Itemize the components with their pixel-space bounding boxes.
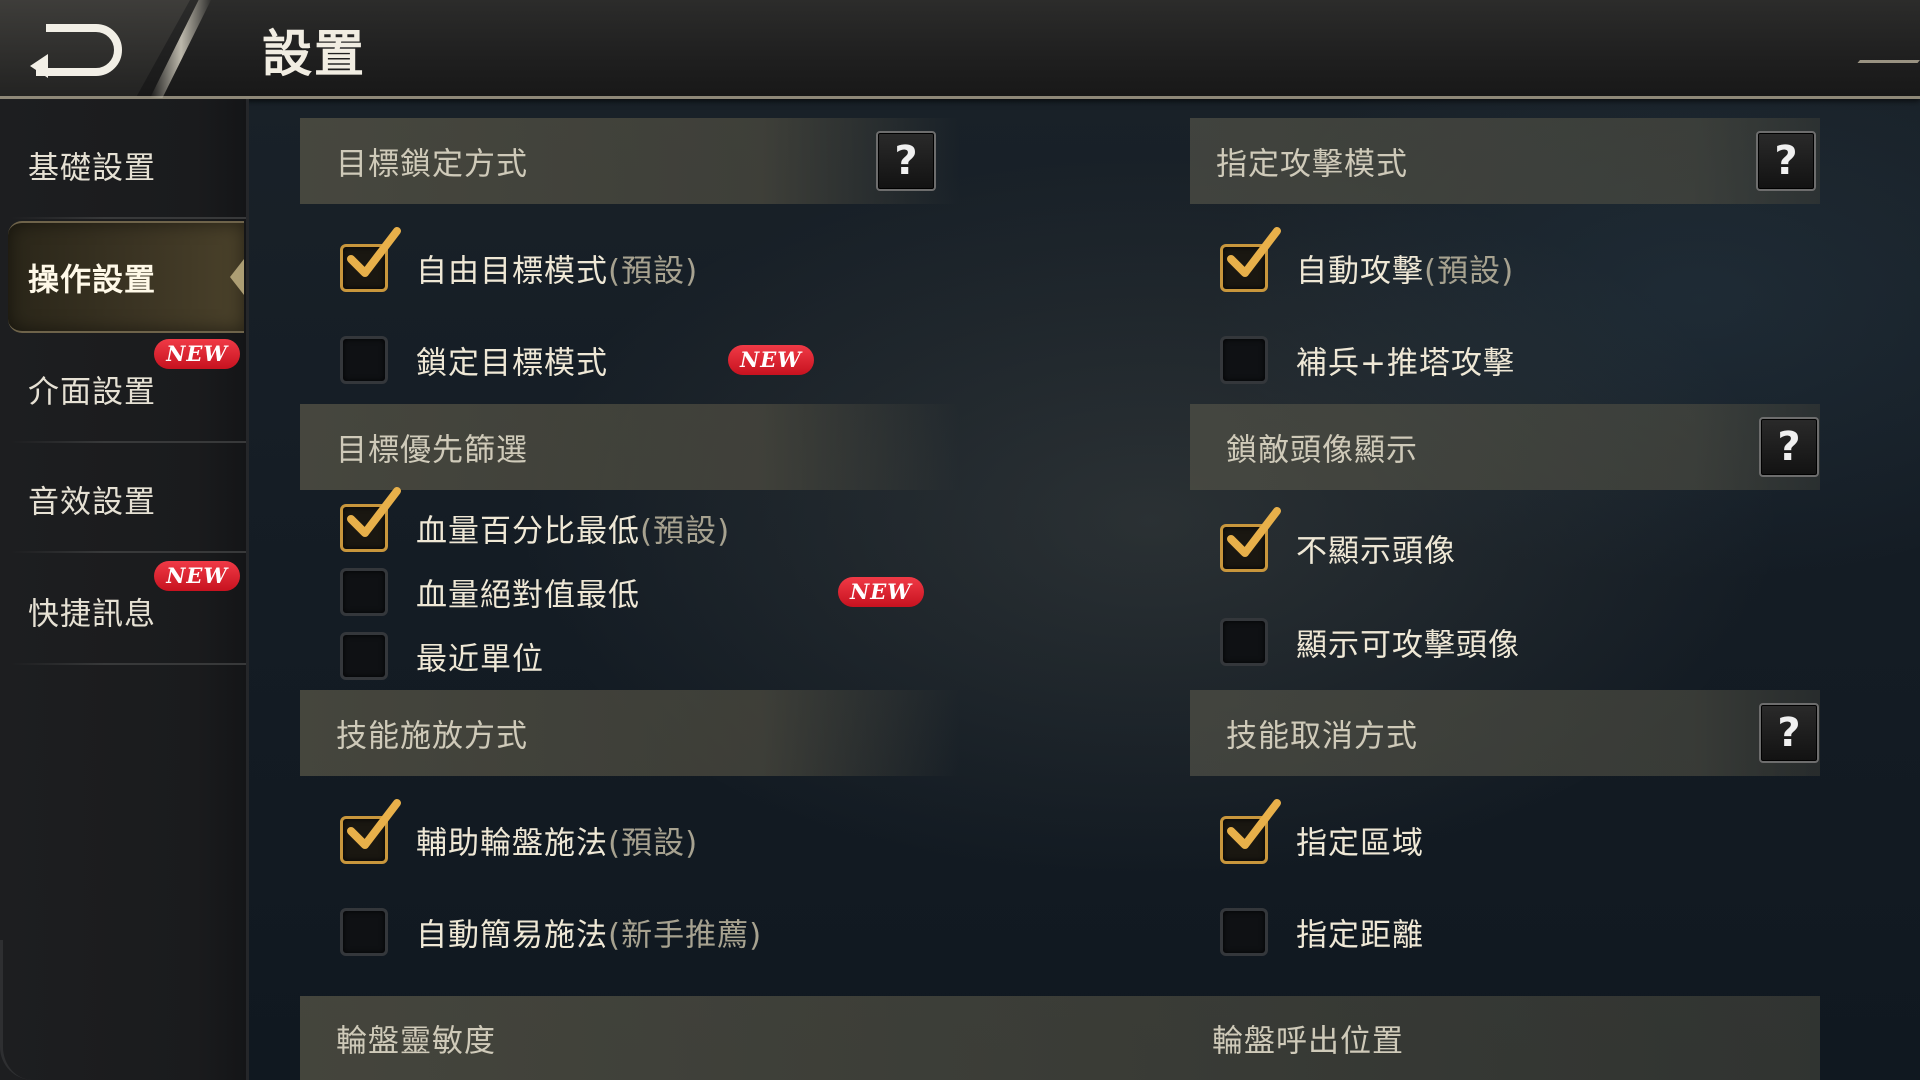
checkmark-icon: [1227, 799, 1281, 849]
new-badge: NEW: [154, 339, 240, 369]
checkbox-checked[interactable]: [340, 487, 401, 552]
sidebar-item-audio[interactable]: 音效設置: [0, 445, 246, 553]
divider: [10, 441, 246, 443]
option-label: 顯示可攻擊頭像: [1296, 627, 1520, 664]
checkbox-unchecked[interactable]: [1220, 908, 1268, 956]
option-lock-target[interactable]: 鎖定目標模式 NEW: [340, 332, 860, 388]
checkmark-icon: [1227, 507, 1281, 557]
option-hide-avatar[interactable]: 不顯示頭像: [1220, 507, 1740, 576]
option-label: 自動簡易施法(新手推薦): [416, 917, 763, 954]
checkmark-icon: [1227, 227, 1281, 277]
section-title: 技能取消方式: [1226, 718, 1418, 755]
sidebar-item-basic[interactable]: 基礎設置: [0, 111, 246, 219]
option-label: 指定距離: [1296, 917, 1424, 954]
option-free-target[interactable]: 自由目標模式(預設): [340, 227, 860, 296]
option-cancel-area[interactable]: 指定區域: [1220, 799, 1740, 868]
option-lowest-hp-percent[interactable]: 血量百分比最低(預設): [340, 487, 960, 556]
option-nearest-unit[interactable]: 最近單位: [340, 628, 860, 684]
divider: [10, 217, 246, 219]
option-label: 鎖定目標模式: [416, 345, 608, 382]
checkbox-checked[interactable]: [340, 227, 401, 292]
sidebar-item-label: 介面設置: [28, 374, 156, 411]
section-header-skill-cancel: 技能取消方式: [1190, 690, 1820, 776]
option-label: 最近單位: [416, 641, 544, 678]
option-cancel-distance[interactable]: 指定距離: [1220, 904, 1740, 960]
checkbox-checked[interactable]: [1220, 227, 1281, 292]
option-label: 自動攻擊(預設): [1296, 253, 1515, 290]
sidebar-item-label: 基礎設置: [28, 150, 156, 187]
option-label: 血量百分比最低(預設): [416, 513, 731, 550]
option-assisted-wheel-cast[interactable]: 輔助輪盤施法(預設): [340, 799, 960, 868]
checkmark-icon: [347, 227, 401, 277]
option-label: 不顯示頭像: [1296, 533, 1456, 570]
option-label: 輔助輪盤施法(預設): [416, 825, 699, 862]
section-title: 技能施放方式: [336, 718, 528, 755]
checkbox-checked[interactable]: [1220, 799, 1281, 864]
section-header-attack-mode: 指定攻擊模式: [1190, 118, 1820, 204]
sidebar-decoration: [0, 940, 33, 1080]
checkbox-unchecked[interactable]: [1220, 618, 1268, 666]
checkbox-checked[interactable]: [340, 799, 401, 864]
option-minion-tower-attack[interactable]: 補兵+推塔攻擊: [1220, 332, 1740, 388]
checkbox-unchecked[interactable]: [340, 632, 388, 680]
option-show-attackable-avatar[interactable]: 顯示可攻擊頭像: [1220, 614, 1740, 670]
back-arrow-icon: [30, 24, 122, 78]
sidebar-item-quick-messages[interactable]: 快捷訊息 NEW: [0, 557, 246, 665]
header-corner-decoration: [1827, 60, 1920, 99]
option-auto-attack[interactable]: 自動攻擊(預設): [1220, 227, 1740, 296]
section-title: 鎖敵頭像顯示: [1226, 432, 1418, 469]
checkbox-checked[interactable]: [1220, 507, 1281, 572]
option-label: 自由目標模式(預設): [416, 253, 699, 290]
section-title: 目標優先篩選: [336, 432, 528, 469]
help-button-target-lock[interactable]: ?: [876, 131, 936, 191]
section-header-lock-avatar: 鎖敵頭像顯示: [1190, 404, 1820, 490]
page-title: 設置: [262, 25, 366, 83]
new-badge: NEW: [728, 345, 814, 375]
section-header-target-priority: 目標優先篩選: [300, 404, 960, 490]
divider: [10, 663, 246, 665]
sidebar-item-label: 快捷訊息: [28, 596, 156, 633]
header-bar: 設置: [0, 0, 1920, 99]
checkbox-unchecked[interactable]: [1220, 336, 1268, 384]
sidebar-item-controls[interactable]: 操作設置: [8, 221, 244, 333]
new-badge: NEW: [838, 577, 924, 607]
section-title-wheel-sensitivity: 輪盤靈敏度: [336, 1023, 496, 1060]
sidebar: 基礎設置 操作設置 介面設置 NEW 音效設置 快捷訊息 NEW: [0, 99, 249, 1080]
section-header-target-lock: 目標鎖定方式: [300, 118, 960, 204]
section-header-skill-cast: 技能施放方式: [300, 690, 960, 776]
checkmark-icon: [347, 799, 401, 849]
section-title: 目標鎖定方式: [336, 146, 528, 183]
help-button-skill-cancel[interactable]: ?: [1759, 703, 1819, 763]
divider: [10, 551, 246, 553]
sidebar-item-label: 音效設置: [28, 484, 156, 521]
checkbox-unchecked[interactable]: [340, 908, 388, 956]
help-button-lock-avatar[interactable]: ?: [1759, 417, 1819, 477]
option-label: 血量絕對值最低: [416, 577, 640, 614]
sidebar-item-interface[interactable]: 介面設置 NEW: [0, 335, 246, 443]
checkbox-unchecked[interactable]: [340, 336, 388, 384]
new-badge: NEW: [154, 561, 240, 591]
active-indicator-icon: [230, 259, 244, 295]
section-title-wheel-position: 輪盤呼出位置: [1212, 1023, 1404, 1060]
checkbox-unchecked[interactable]: [340, 568, 388, 616]
help-button-attack-mode[interactable]: ?: [1756, 131, 1816, 191]
option-auto-simple-cast[interactable]: 自動簡易施法(新手推薦): [340, 904, 960, 960]
option-lowest-hp-absolute[interactable]: 血量絕對值最低 NEW: [340, 564, 960, 620]
checkmark-icon: [347, 487, 401, 537]
section-header-wheel-row: 輪盤靈敏度 輪盤呼出位置: [300, 996, 1820, 1080]
option-label: 補兵+推塔攻擊: [1296, 345, 1515, 382]
settings-screen: 設置 基礎設置 操作設置 介面設置 NEW 音效設置 快捷訊息 NEW 目標鎖定…: [0, 0, 1920, 1080]
sidebar-item-label: 操作設置: [28, 262, 156, 299]
option-label: 指定區域: [1296, 825, 1424, 862]
section-title: 指定攻擊模式: [1216, 146, 1408, 183]
